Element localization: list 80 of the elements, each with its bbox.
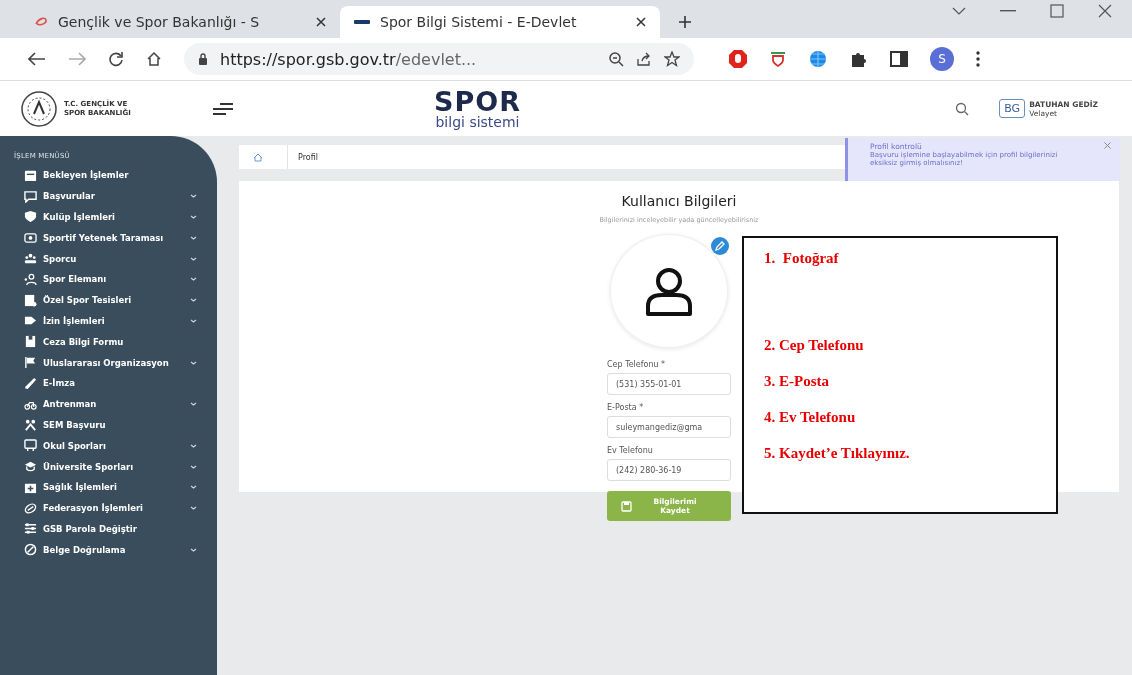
- document-icon: [24, 335, 37, 349]
- plus-icon[interactable]: [678, 15, 692, 29]
- tab-title: Spor Bilgi Sistemi - E-Devlet: [380, 14, 578, 30]
- menu-item[interactable]: Federasyon İşlemleri: [0, 497, 217, 519]
- group-icon: [24, 252, 37, 266]
- person-icon: [24, 272, 37, 286]
- address-bar[interactable]: https://spor.gsb.gov.tr/edevlet...: [184, 43, 694, 75]
- menu-item[interactable]: Sportif Yetenek Taraması: [0, 227, 217, 249]
- menu-item[interactable]: SEM Başvuru: [0, 414, 217, 436]
- field-label: Ev Telefonu: [607, 446, 654, 455]
- menu-item[interactable]: Uluslararası Organizasyon: [0, 352, 217, 373]
- more-options-icon[interactable]: [976, 51, 980, 67]
- sliders-icon: [24, 522, 37, 536]
- menu-item[interactable]: Sağlık İşlemleri: [0, 476, 217, 498]
- user-initials: BG: [999, 99, 1026, 118]
- edit-pencil-icon[interactable]: [711, 237, 729, 255]
- chevron-down-icon[interactable]: [952, 7, 966, 15]
- star-icon[interactable]: [664, 51, 680, 67]
- input-field[interactable]: suleymangediz@gma: [607, 416, 731, 438]
- side-panel-icon[interactable]: [890, 51, 908, 67]
- stop-sign-icon[interactable]: [728, 49, 748, 69]
- minimize-icon[interactable]: [1000, 10, 1016, 12]
- browser-tab[interactable]: Gençlik ve Spor Bakanlığı - S: [20, 6, 340, 38]
- url-text: https://spor.gsb.gov.tr/edevlet...: [220, 49, 478, 69]
- annotation-step: 4. Ev Telefonu: [764, 409, 1036, 426]
- menu-icon[interactable]: [212, 101, 234, 116]
- menu-item[interactable]: Başvurular: [0, 185, 217, 207]
- menu-item[interactable]: Bekleyen İşlemler: [0, 165, 217, 186]
- flag-icon: [24, 356, 37, 370]
- menu-item[interactable]: Okul Sporları: [0, 435, 217, 457]
- menu-item[interactable]: Sporcu: [0, 248, 217, 269]
- chat-icon: [24, 189, 37, 203]
- menu-item[interactable]: Belge Doğrulama: [0, 539, 217, 561]
- field-label: Cep Telefonu *: [607, 360, 667, 369]
- board-icon: [24, 439, 37, 453]
- input-field[interactable]: (531) 355-01-01: [607, 373, 731, 395]
- annotation-step: 2. Cep Telefonu: [764, 337, 1036, 354]
- zoom-out-icon[interactable]: [608, 51, 624, 67]
- close-icon[interactable]: [1098, 4, 1112, 18]
- annotation-step: 3. E-Posta: [764, 373, 1036, 390]
- shield-check-icon: [24, 210, 37, 224]
- emblem-icon: [20, 89, 58, 128]
- menu-item[interactable]: Antrenman: [0, 393, 217, 415]
- annotation-step: 5. Kaydet’e Tıklayınız.: [764, 445, 1036, 462]
- logo-icon: [354, 17, 370, 27]
- share-icon[interactable]: [636, 51, 652, 67]
- menu-item[interactable]: Üniversite Sporları: [0, 456, 217, 477]
- field-label: E-Posta *: [607, 403, 645, 412]
- home-icon[interactable]: [146, 51, 162, 67]
- menu-item[interactable]: E-İmza: [0, 372, 217, 394]
- camera-icon: [24, 231, 37, 245]
- shield-icon[interactable]: [770, 51, 786, 67]
- back-icon[interactable]: [28, 52, 46, 66]
- menu-item[interactable]: Spor Elemanı: [0, 269, 217, 290]
- browser-tab[interactable]: Spor Bilgi Sistemi - E-Devlet: [340, 6, 660, 38]
- menu-item[interactable]: İzin İşlemleri: [0, 310, 217, 332]
- menu-item[interactable]: Ceza Bilgi Formu: [0, 331, 217, 353]
- calendar-icon: [24, 168, 37, 182]
- lock-icon: [198, 53, 208, 65]
- link-icon: [24, 501, 37, 515]
- graduation-cap-icon: [24, 460, 37, 474]
- brand-logo-text: SPOR: [434, 88, 521, 115]
- brand-subtitle: bilgi sistemi: [435, 115, 520, 129]
- close-icon[interactable]: [636, 17, 646, 27]
- puzzle-icon[interactable]: [850, 50, 868, 68]
- breadcrumb-item[interactable]: Profil: [298, 152, 318, 162]
- card-title: Kullanıcı Bilgileri: [621, 193, 737, 209]
- menu-item[interactable]: Kulüp İşlemleri: [0, 206, 217, 228]
- close-icon[interactable]: [316, 17, 326, 27]
- input-field[interactable]: (242) 280-36-19: [607, 459, 731, 481]
- menu-item[interactable]: Özel Spor Tesisleri: [0, 289, 217, 311]
- annotation-step: 1. Fotoğraf: [764, 250, 1036, 267]
- reload-icon[interactable]: [108, 51, 124, 67]
- search-icon[interactable]: [955, 101, 970, 116]
- profile-avatar[interactable]: S: [930, 47, 954, 71]
- globe-icon[interactable]: [808, 49, 828, 69]
- maximize-icon[interactable]: [1050, 4, 1064, 18]
- pen-icon: [24, 376, 37, 390]
- menu-item[interactable]: GSB Parola Değiştir: [0, 518, 217, 540]
- tab-title: Gençlik ve Spor Bakanlığı - S: [58, 14, 261, 30]
